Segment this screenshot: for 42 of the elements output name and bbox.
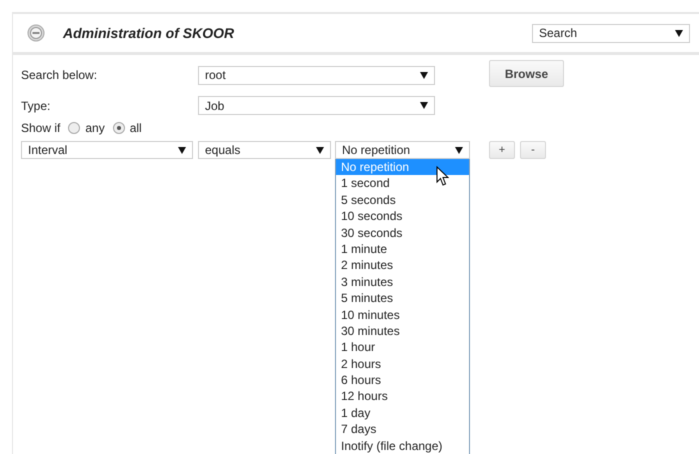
search-below-select[interactable]: root [198, 66, 435, 84]
dropdown-option[interactable]: Inotify (file change) [336, 438, 469, 454]
dropdown-option[interactable]: 1 day [336, 404, 469, 422]
browse-button[interactable]: Browse [489, 60, 564, 87]
caret-icon [420, 72, 428, 78]
value-select[interactable]: No repetition [335, 141, 470, 159]
collapse-icon[interactable] [27, 24, 45, 42]
dropdown-option[interactable]: 10 seconds [336, 208, 469, 225]
caret-icon [178, 146, 186, 154]
caret-icon [316, 146, 324, 154]
panel-title: Administration of SKOOR [63, 25, 236, 41]
caret-icon [455, 146, 463, 154]
search-below-label: Search below: [21, 68, 98, 82]
show-if-label: Show if [21, 121, 60, 135]
dropdown-option[interactable]: 6 hours [336, 372, 469, 388]
dropdown-option[interactable]: 2 minutes [336, 257, 469, 274]
dropdown-option[interactable]: 1 second [336, 175, 469, 192]
dropdown-option[interactable]: 2 hours [336, 356, 469, 372]
radio-button[interactable] [112, 122, 125, 134]
dropdown-option[interactable]: 5 minutes [336, 290, 469, 307]
mode-select[interactable]: Search [532, 24, 690, 42]
dropdown-option[interactable]: 7 days [336, 421, 469, 438]
radio-label: any [85, 121, 105, 135]
remove-button[interactable]: - [520, 141, 546, 159]
dropdown-option[interactable]: 1 hour [336, 339, 469, 356]
dropdown-option[interactable]: 10 minutes [336, 306, 469, 323]
type-label: Type: [21, 98, 52, 112]
dropdown-option[interactable]: 1 minute [336, 240, 469, 258]
caret-icon [420, 102, 428, 109]
dropdown-option[interactable]: 30 seconds [336, 224, 469, 241]
dropdown-option[interactable]: 3 minutes [336, 274, 469, 290]
dropdown-option[interactable]: 5 seconds [336, 192, 469, 208]
field-select[interactable]: Interval [21, 141, 193, 159]
operator-select[interactable]: equals [198, 141, 331, 159]
type-select[interactable]: Job [198, 96, 435, 115]
radio-button[interactable] [68, 122, 80, 134]
add-button[interactable]: + [489, 141, 515, 159]
dropdown-option[interactable]: 30 minutes [336, 322, 469, 340]
cursor-icon [436, 166, 450, 187]
dropdown-option[interactable]: 12 hours [336, 388, 469, 405]
caret-icon [675, 30, 683, 36]
radio-label: all [130, 121, 142, 135]
